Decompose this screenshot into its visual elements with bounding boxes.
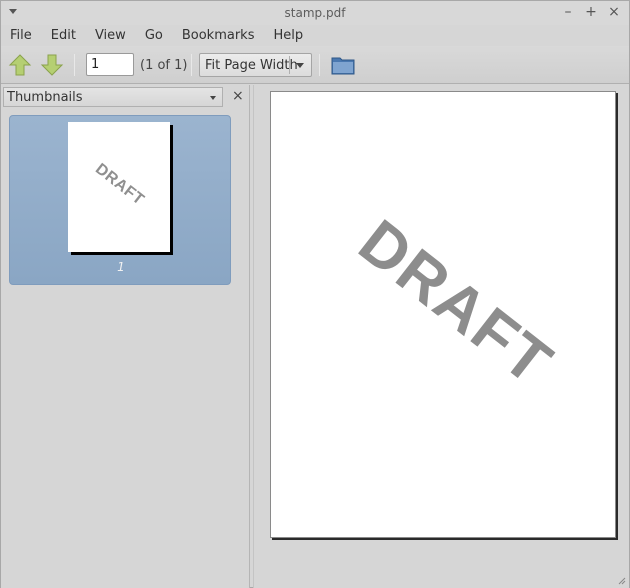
- menu-edit[interactable]: Edit: [51, 28, 76, 43]
- menu-bookmarks[interactable]: Bookmarks: [182, 28, 255, 43]
- zoom-select[interactable]: Fit Page Width: [199, 53, 312, 77]
- thumbnail-page: DRAFT: [68, 122, 170, 252]
- thumbnail-stamp: DRAFT: [92, 160, 148, 209]
- app-window: stamp.pdf – + × File Edit View Go Bookma…: [0, 0, 630, 588]
- thumbnail-page-number: 1: [117, 260, 125, 274]
- open-folder-icon[interactable]: [331, 55, 355, 75]
- toolbar-separator: [191, 54, 192, 76]
- document-page: DRAFT: [270, 91, 616, 538]
- menu-go[interactable]: Go: [145, 28, 163, 43]
- close-icon[interactable]: ×: [607, 4, 621, 20]
- toolbar: (1 of 1) Fit Page Width: [1, 46, 629, 84]
- chevron-down-icon[interactable]: [210, 96, 216, 100]
- menu-help[interactable]: Help: [273, 28, 303, 43]
- window-controls: – + ×: [561, 4, 621, 20]
- zoom-divider: [289, 56, 290, 74]
- thumbnail-item[interactable]: DRAFT 1: [9, 115, 231, 285]
- menu-bar: File Edit View Go Bookmarks Help: [1, 25, 629, 45]
- dropdown-arrow-icon[interactable]: [296, 63, 304, 68]
- window-menu-icon[interactable]: [9, 9, 17, 14]
- minimize-icon[interactable]: –: [561, 4, 575, 20]
- page-count-label: (1 of 1): [140, 58, 188, 73]
- go-up-icon[interactable]: [8, 53, 32, 77]
- toolbar-separator: [74, 54, 75, 76]
- title-bar: stamp.pdf – + ×: [1, 1, 629, 25]
- window-title: stamp.pdf: [284, 6, 346, 20]
- menu-view[interactable]: View: [95, 28, 126, 43]
- draft-stamp: DRAFT: [346, 206, 566, 400]
- zoom-value: Fit Page Width: [205, 58, 298, 73]
- toolbar-separator: [319, 54, 320, 76]
- thumbnails-sidebar: Thumbnails × DRAFT 1: [1, 85, 250, 588]
- resize-grip-icon[interactable]: [618, 577, 626, 585]
- maximize-icon[interactable]: +: [584, 4, 598, 20]
- document-view[interactable]: DRAFT: [253, 85, 629, 588]
- go-down-icon[interactable]: [40, 53, 64, 77]
- page-number-input[interactable]: [86, 53, 134, 76]
- menu-file[interactable]: File: [10, 28, 32, 43]
- sidebar-mode-select[interactable]: Thumbnails: [3, 87, 223, 107]
- sidebar-title: Thumbnails: [7, 90, 83, 105]
- close-sidebar-icon[interactable]: ×: [232, 87, 244, 105]
